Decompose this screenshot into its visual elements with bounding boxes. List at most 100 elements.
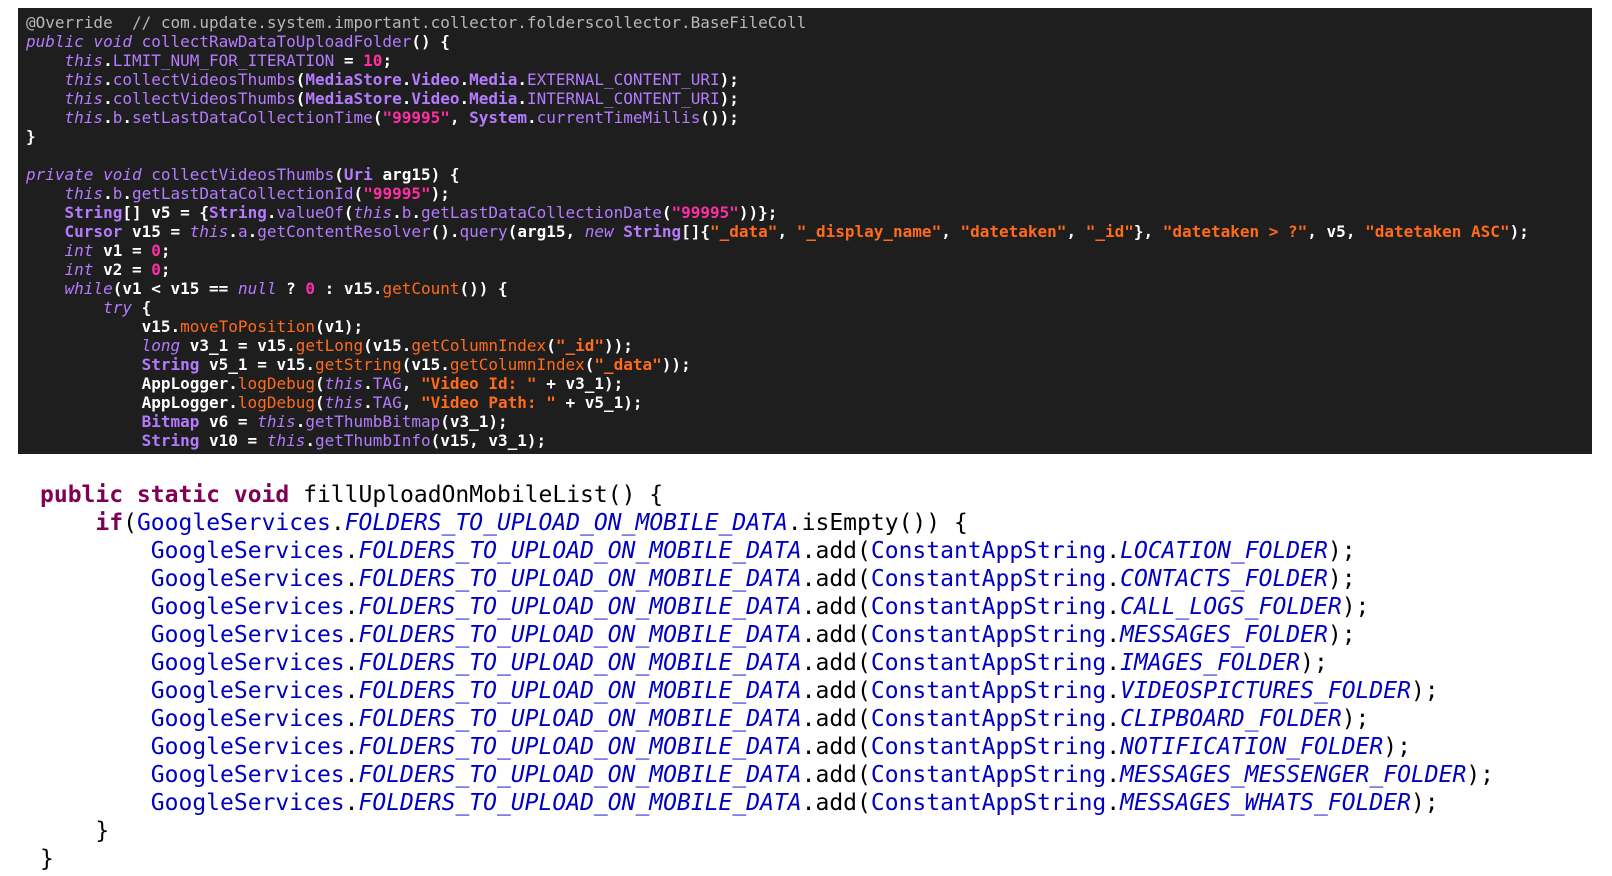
code-token: .add( [801,594,871,620]
code-line: if(GoogleServices.FOLDERS_TO_UPLOAD_ON_M… [40,509,1600,537]
code-token: ( [314,374,325,393]
code-token: , [1066,222,1086,241]
code-token: v10 = [199,431,267,450]
code-token: ); [1327,538,1356,564]
code-token: "datetaken > ?" [1162,222,1308,241]
code-token: GoogleServices [150,538,345,564]
code-token: GoogleServices [150,678,345,704]
code-token: ); [1341,594,1370,620]
code-token: LIMIT_NUM_FOR_ITERATION [112,51,335,70]
code-token: .add( [801,538,871,564]
code-token: v15 = [122,222,190,241]
code-token: NOTIFICATION_FOLDER [1120,734,1384,760]
code-line: GoogleServices.FOLDERS_TO_UPLOAD_ON_MOBI… [40,537,1600,565]
code-token: FOLDERS_TO_UPLOAD_ON_MOBILE_DATA [358,538,802,564]
code-token: ConstantAppString [870,678,1107,704]
code-token: ( [123,510,137,536]
code-token: MediaStore [305,70,402,89]
code-token: }, [1133,222,1163,241]
code-token: . [526,108,537,127]
code-token: . [344,678,359,704]
code-token: ( [372,108,383,127]
code-token: private void [26,165,152,184]
code-token: "datetaken" [960,222,1067,241]
code-token: GoogleServices [150,734,345,760]
code-token: INTERNAL_CONTENT_URI [526,89,720,108]
code-token: ); [1466,762,1495,788]
code-token: FOLDERS_TO_UPLOAD_ON_MOBILE_DATA [358,650,802,676]
code-token: GoogleServices [150,622,345,648]
code-token: if [95,510,124,536]
code-token: .add( [801,762,871,788]
code-token: ( [584,355,595,374]
code-token: . [103,184,113,203]
code-token: + v3_1); [536,374,624,393]
code-token: IMAGES_FOLDER [1120,650,1301,676]
code-token: ( [353,184,364,203]
code-token: ConstantAppString [870,566,1107,592]
code-token: logDebug [237,393,315,412]
code-token: { [131,298,152,317]
code-token: String [141,431,200,450]
code-token: ConstantAppString [870,790,1107,816]
code-token: . [344,650,359,676]
code-token: . [344,790,359,816]
code-line: int v1 = 0; [26,241,1592,260]
code-token: . [122,184,132,203]
code-token: public static void [40,482,304,508]
code-line: try { [26,298,1592,317]
code-token: ( [546,336,556,355]
code-token: ? [276,279,306,298]
code-token: "_display_name" [796,222,942,241]
code-token: .add( [801,790,871,816]
code-line: } [40,845,1600,871]
code-line: public void collectRawDataToUploadFolder… [26,32,1592,51]
code-token: moveToPosition [180,317,315,336]
code-token: try [103,298,132,317]
code-line: this.collectVideosThumbs(MediaStore.Vide… [26,70,1592,89]
code-token: ); [430,184,450,203]
code-token: . [295,412,306,431]
code-token: "99995" [671,203,739,222]
code-token: "99995" [382,108,450,127]
code-token: query [459,222,508,241]
code-token: this [257,412,296,431]
code-token: , [941,222,961,241]
code-token: getLastDataCollectionId [131,184,354,203]
code-token: .isEmpty()) { [787,510,968,536]
code-token: "_data" [594,355,662,374]
code-token: long [141,336,181,355]
code-token: . [411,203,421,222]
code-token: a [237,222,248,241]
code-token: CALL_LOGS_FOLDER [1120,594,1342,620]
code-token: VIDEOSPICTURES_FOLDER [1120,678,1411,704]
code-token: . [1106,762,1121,788]
code-token: new [584,222,614,241]
code-token: . [344,706,359,732]
code-token: this [324,393,364,412]
code-token: getThumbBitmap [305,412,441,431]
code-token: this [353,203,393,222]
code-token: . [1106,650,1121,676]
code-token: null [237,279,277,298]
code-token: . [122,108,132,127]
code-token: . [344,566,359,592]
code-line: AppLogger.logDebug(this.TAG, "Video Path… [26,393,1592,412]
code-token: . [344,762,359,788]
code-token: getColumnIndex [411,336,547,355]
code-token: MediaStore [305,89,402,108]
code-line: GoogleServices.FOLDERS_TO_UPLOAD_ON_MOBI… [40,677,1600,705]
code-token: v1 = [93,241,152,260]
code-token: this [64,51,104,70]
code-token: ()); [700,108,739,127]
